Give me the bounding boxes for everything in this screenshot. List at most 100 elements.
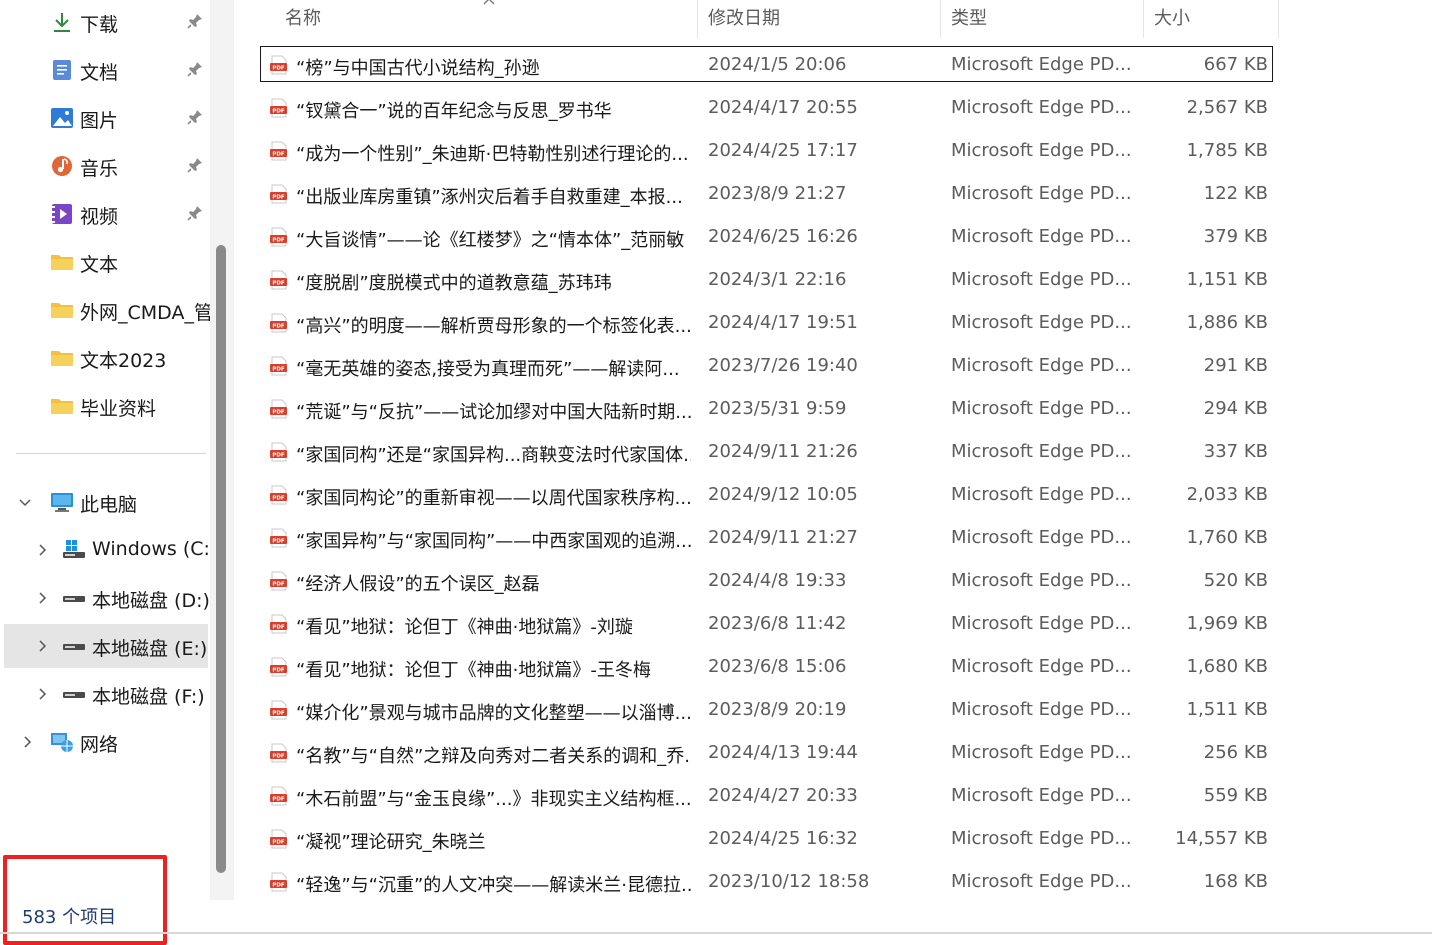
file-row[interactable]: PDF “出版业库房重镇”涿州灾后着手自救重建_本报... 2023/8/9 21:…: [235, 174, 1280, 217]
file-row[interactable]: PDF “凝视”理论研究_朱晓兰 2024/4/25 16:32 Microsoft …: [235, 819, 1280, 862]
file-row[interactable]: PDF “钗黛合一”说的百年纪念与反思_罗书华 2024/4/17 20:55 Mic…: [235, 88, 1280, 131]
column-divider[interactable]: [1278, 0, 1279, 38]
svg-text:PDF: PDF: [272, 66, 285, 72]
file-name[interactable]: “看见”地狱：论但丁《神曲·地狱篇》-刘璇: [296, 613, 691, 639]
file-size: 256 KB: [1203, 742, 1268, 763]
file-name[interactable]: “度脱剧”度脱模式中的道教意蕴_苏玮玮: [296, 269, 691, 295]
column-divider[interactable]: [1143, 0, 1144, 38]
pin-icon[interactable]: [186, 108, 204, 126]
nav-item-1[interactable]: 下载: [0, 0, 210, 44]
file-modified-date: 2024/4/25 17:17: [708, 140, 858, 161]
file-row[interactable]: PDF “榜”与中国古代小说结构_孙逊 2024/1/5 20:06 Microsof…: [235, 45, 1280, 88]
nav-item-network[interactable]: 网络: [0, 720, 210, 764]
nav-item-6[interactable]: 文本: [0, 240, 210, 284]
file-size: 168 KB: [1203, 871, 1268, 892]
nav-item-7[interactable]: 外网_CMDA_管: [0, 288, 213, 332]
chevron-right-icon[interactable]: [35, 638, 49, 652]
file-name[interactable]: “高兴”的明度——解析贾母形象的一个标签化表...: [296, 312, 691, 338]
file-row[interactable]: PDF “媒介化”景观与城市品牌的文化整塑——以淄博... 2023/8/9 20:…: [235, 690, 1280, 733]
file-name[interactable]: “钗黛合一”说的百年纪念与反思_罗书华: [296, 97, 691, 123]
pin-icon[interactable]: [186, 204, 204, 222]
column-name[interactable]: 名称: [285, 0, 695, 38]
file-name[interactable]: “看见”地狱：论但丁《神曲·地狱篇》-王冬梅: [296, 656, 691, 682]
file-row[interactable]: PDF “轻逸”与“沉重”的人文冲突——解读米兰·昆德拉... 2023/10/12…: [235, 862, 1280, 905]
file-modified-date: 2024/4/27 20:33: [708, 785, 858, 806]
pdf-file-icon: PDF: [270, 872, 288, 892]
nav-item-label: Windows (C:): [92, 538, 218, 560]
file-row[interactable]: PDF “成为一个性别”_朱迪斯·巴特勒性别述行理论的... 2024/4/25 1…: [235, 131, 1280, 174]
pin-icon[interactable]: [186, 12, 204, 30]
nav-item-3[interactable]: 图片: [0, 96, 210, 140]
file-row[interactable]: PDF “经济人假设”的五个误区_赵磊 2024/4/8 19:33 Microsof…: [235, 561, 1280, 604]
file-row[interactable]: PDF “高兴”的明度——解析贾母形象的一个标签化表... 2024/4/17 19…: [235, 303, 1280, 346]
nav-item-4[interactable]: 音乐: [0, 144, 210, 188]
column-divider[interactable]: [940, 0, 941, 38]
column-modified[interactable]: 修改日期: [708, 0, 938, 38]
file-type: Microsoft Edge PD...: [951, 527, 1132, 548]
file-name[interactable]: “大旨谈情”——论《红楼梦》之“情本体”_范丽敏: [296, 226, 691, 252]
chevron-right-icon[interactable]: [35, 686, 49, 700]
nav-scrollbar-thumb[interactable]: [216, 245, 226, 873]
file-size: 2,567 KB: [1186, 97, 1268, 118]
download-icon: [50, 11, 74, 33]
file-name[interactable]: “家国同构论”的重新审视——以周代国家秩序构...: [296, 484, 691, 510]
file-row[interactable]: PDF “家国同构论”的重新审视——以周代国家秩序构... 2024/9/12 10…: [235, 475, 1280, 518]
nav-item-drive-d[interactable]: 本地磁盘 (D:): [0, 576, 210, 620]
file-name[interactable]: “成为一个性别”_朱迪斯·巴特勒性别述行理论的...: [296, 140, 691, 166]
file-name[interactable]: “轻逸”与“沉重”的人文冲突——解读米兰·昆德拉...: [296, 871, 691, 897]
nav-item-drive-f[interactable]: 本地磁盘 (F:): [0, 672, 210, 716]
nav-item-drive-windows-c[interactable]: Windows (C:): [0, 528, 217, 572]
nav-item-9[interactable]: 毕业资料: [0, 384, 210, 428]
file-row[interactable]: PDF “荒诞”与“反抗”——试论加缪对中国大陆新时期... 2023/5/31 9…: [235, 389, 1280, 432]
file-name[interactable]: “出版业库房重镇”涿州灾后着手自救重建_本报...: [296, 183, 691, 209]
file-row[interactable]: PDF “看见”地狱：论但丁《神曲·地狱篇》-王冬梅 2023/6/8 15:06 M…: [235, 647, 1280, 690]
column-size[interactable]: 大小: [1154, 0, 1274, 38]
file-row[interactable]: PDF “名教”与“自然”之辩及向秀对二者关系的调和_乔... 2024/4/13 …: [235, 733, 1280, 776]
file-name[interactable]: “家国同构”还是“家国异构...商鞅变法时代家国体...: [296, 441, 691, 467]
file-size: 14,557 KB: [1175, 828, 1268, 849]
file-name[interactable]: “家国异构”与“家国同构”——中西家国观的追溯...: [296, 527, 691, 553]
file-row[interactable]: PDF “看见”地狱：论但丁《神曲·地狱篇》-刘璇 2023/6/8 11:42 Mi…: [235, 604, 1280, 647]
file-row[interactable]: PDF “木石前盟”与“金玉良缘”...》非现实主义结构框... 2024/4/27…: [235, 776, 1280, 819]
file-row[interactable]: PDF “家国异构”与“家国同构”——中西家国观的追溯... 2024/9/11 2…: [235, 518, 1280, 561]
chevron-right-icon[interactable]: [35, 542, 49, 556]
computer-icon: [50, 491, 74, 513]
folder-icon: [50, 251, 74, 273]
chevron-down-icon[interactable]: [18, 494, 32, 508]
svg-text:PDF: PDF: [272, 195, 285, 201]
file-row[interactable]: PDF “大旨谈情”——论《红楼梦》之“情本体”_范丽敏 2024/6/25 16:…: [235, 217, 1280, 260]
file-name[interactable]: “榜”与中国古代小说结构_孙逊: [296, 54, 691, 80]
file-size: 1,785 KB: [1186, 140, 1268, 161]
file-name[interactable]: “木石前盟”与“金玉良缘”...》非现实主义结构框...: [296, 785, 691, 811]
nav-item-5[interactable]: 视频: [0, 192, 210, 236]
nav-item-8[interactable]: 文本2023: [0, 336, 210, 380]
column-type[interactable]: 类型: [951, 0, 1141, 38]
column-divider[interactable]: [697, 0, 698, 38]
navigation-pane: 下载 文档 图片 音乐 视频 文本 外网_CMDA_管 文本2023 毕业资料此电脑 Window…: [0, 0, 235, 945]
file-modified-date: 2023/7/26 19:40: [708, 355, 858, 376]
file-name[interactable]: “媒介化”景观与城市品牌的文化整塑——以淄博...: [296, 699, 691, 725]
file-name[interactable]: “凝视”理论研究_朱晓兰: [296, 828, 691, 854]
chevron-right-icon[interactable]: [20, 734, 34, 748]
file-type: Microsoft Edge PD...: [951, 828, 1132, 849]
windows-drive-icon: [62, 539, 86, 561]
chevron-right-icon[interactable]: [35, 590, 49, 604]
file-name[interactable]: “荒诞”与“反抗”——试论加缪对中国大陆新时期...: [296, 398, 691, 424]
pin-icon[interactable]: [186, 60, 204, 78]
file-size: 1,760 KB: [1186, 527, 1268, 548]
file-name[interactable]: “经济人假设”的五个误区_赵磊: [296, 570, 691, 596]
file-row[interactable]: PDF “度脱剧”度脱模式中的道教意蕴_苏玮玮 2024/3/1 22:16 Micr…: [235, 260, 1280, 303]
pin-icon[interactable]: [186, 156, 204, 174]
file-row[interactable]: PDF “毫无英雄的姿态,接受为真理而死”——解读阿... 2023/7/26 19…: [235, 346, 1280, 389]
file-name[interactable]: “名教”与“自然”之辩及向秀对二者关系的调和_乔...: [296, 742, 691, 768]
file-modified-date: 2023/8/9 21:27: [708, 183, 847, 204]
nav-item-drive-e[interactable]: 本地磁盘 (E:): [4, 624, 208, 668]
file-name[interactable]: “毫无英雄的姿态,接受为真理而死”——解读阿...: [296, 355, 691, 381]
nav-item-2[interactable]: 文档: [0, 48, 210, 92]
pdf-file-icon: PDF: [270, 571, 288, 591]
nav-item-this-pc[interactable]: 此电脑: [0, 480, 210, 524]
file-row[interactable]: PDF “家国同构”还是“家国异构...商鞅变法时代家国体... 2024/9/11…: [235, 432, 1280, 475]
pdf-file-icon: PDF: [270, 55, 288, 75]
file-modified-date: 2024/4/17 19:51: [708, 312, 858, 333]
file-modified-date: 2024/6/25 16:26: [708, 226, 858, 247]
